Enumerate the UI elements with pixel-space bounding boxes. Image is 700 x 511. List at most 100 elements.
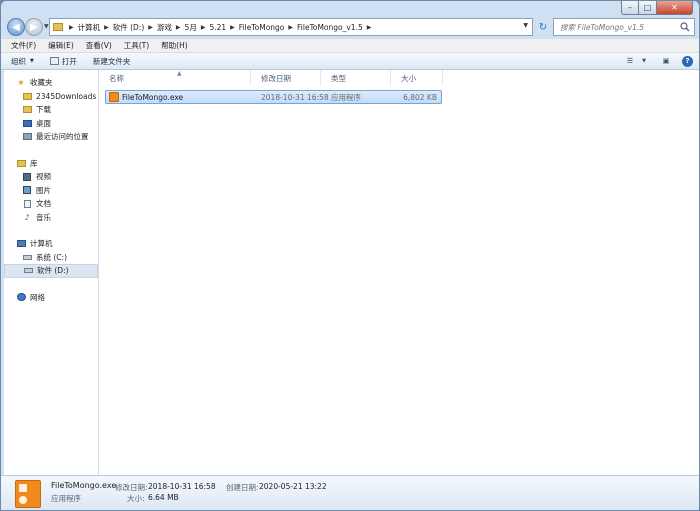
breadcrumb-item[interactable]: 5.21	[209, 23, 226, 32]
help-icon[interactable]: ?	[682, 55, 693, 67]
nav-computer[interactable]: 计算机	[4, 237, 98, 251]
preview-pane-icon[interactable]: ▣	[660, 55, 672, 67]
column-label: 大小	[401, 73, 416, 83]
nav-network[interactable]: 网络	[4, 291, 98, 305]
file-modified: 2018-10-31 16:58	[261, 92, 329, 102]
star-icon: ★	[17, 78, 25, 88]
chevron-right-icon[interactable]: ▶	[230, 24, 235, 31]
nav-desktop[interactable]: 桌面	[4, 117, 98, 131]
menu-help[interactable]: 帮助(H)	[155, 40, 194, 51]
minimize-button[interactable]: –	[621, 1, 639, 15]
column-modified[interactable]: 修改日期	[251, 70, 321, 86]
open-button[interactable]: 打开	[49, 56, 77, 67]
nav-videos[interactable]: 视频	[4, 170, 98, 184]
arrow-right-icon: ▶	[30, 21, 38, 33]
folder-icon	[53, 23, 63, 31]
breadcrumb-item[interactable]: FileToMongo_v1.5	[297, 23, 363, 32]
file-row[interactable]: FileToMongo.exe 2018-10-31 16:58 应用程序 6,…	[105, 90, 442, 104]
breadcrumb-item[interactable]: 5月	[185, 22, 197, 33]
column-label: 修改日期	[261, 73, 291, 83]
music-icon: ♪	[24, 212, 30, 222]
new-folder-label: 新建文件夹	[92, 56, 131, 66]
chevron-right-icon[interactable]: ▶	[104, 24, 109, 31]
chevron-right-icon[interactable]: ▶	[69, 24, 74, 31]
nav-downloads[interactable]: 下载	[4, 103, 98, 117]
nav-label: 下载	[36, 105, 51, 115]
nav-music[interactable]: ♪ 音乐	[4, 211, 98, 225]
nav-drive-d[interactable]: 软件 (D:)	[4, 264, 98, 278]
nav-recent-places[interactable]: 最近访问的位置	[4, 130, 98, 144]
refresh-button[interactable]: ↻	[537, 21, 549, 33]
caption-buttons: – □ ✕	[621, 1, 693, 15]
menu-tools[interactable]: 工具(T)	[118, 40, 155, 51]
column-type[interactable]: 类型	[321, 70, 391, 86]
downloads-folder-icon	[22, 105, 32, 114]
nav-label: 桌面	[36, 118, 51, 128]
nav-favorites[interactable]: ★ 收藏夹	[4, 76, 98, 90]
breadcrumb-item[interactable]: 游戏	[157, 22, 172, 33]
nav-pictures[interactable]: 图片	[4, 184, 98, 198]
address-bar[interactable]: ▶ 计算机 ▶ 软件 (D:) ▶ 游戏 ▶ 5月 ▶ 5.21 ▶ FileT…	[49, 18, 533, 36]
folder-icon	[22, 92, 32, 101]
search-icon[interactable]	[680, 22, 690, 32]
maximize-button[interactable]: □	[639, 1, 657, 15]
chevron-right-icon[interactable]: ▶	[201, 24, 206, 31]
nav-documents[interactable]: 文档	[4, 197, 98, 211]
search-input[interactable]	[560, 22, 678, 32]
search-box[interactable]	[553, 18, 695, 36]
open-label: 打开	[61, 56, 77, 66]
chevron-right-icon[interactable]: ▶	[288, 24, 293, 31]
recent-pages-dropdown[interactable]: ▼	[44, 23, 49, 30]
nav-drive-c[interactable]: 系统 (C:)	[4, 251, 98, 265]
drive-icon	[22, 253, 32, 262]
chevron-right-icon[interactable]: ▶	[176, 24, 181, 31]
breadcrumb-item[interactable]: 计算机	[78, 22, 101, 33]
details-size-value: 6.64 MB	[148, 493, 179, 502]
view-options-icon[interactable]: ☰	[624, 55, 636, 67]
nav-label: 视频	[36, 172, 51, 182]
file-size: 6,802 KB	[403, 92, 437, 102]
arrow-left-icon: ◀	[12, 21, 20, 33]
column-label: 名称	[109, 73, 124, 83]
organize-button[interactable]: 组织 ▼	[11, 56, 34, 67]
command-bar: 组织 ▼ 打开 新建文件夹 ☰ ▼ ▣ ?	[1, 53, 699, 70]
nav-2345downloads[interactable]: 2345Downloads	[4, 90, 98, 104]
column-header: 名称 ▲ 修改日期 类型 大小	[99, 70, 699, 86]
refresh-icon: ↻	[538, 21, 548, 33]
nav-label: 网络	[30, 292, 45, 302]
column-size[interactable]: 大小	[391, 70, 443, 86]
forward-button[interactable]: ▶	[25, 18, 43, 36]
details-pane: FileToMongo.exe 应用程序 修改日期: 2018-10-31 16…	[1, 475, 699, 510]
menu-file[interactable]: 文件(F)	[5, 40, 42, 51]
details-created-value: 2020-05-21 13:22	[259, 482, 327, 491]
open-icon	[49, 57, 59, 65]
chevron-right-icon[interactable]: ▶	[148, 24, 153, 31]
chevron-right-icon[interactable]: ▶	[367, 24, 372, 31]
file-type: 应用程序	[331, 92, 361, 102]
menu-edit[interactable]: 编辑(E)	[42, 40, 80, 51]
breadcrumb-item[interactable]: 软件 (D:)	[113, 22, 145, 33]
navigation-row: ◀ ▶ ▼ ▶ 计算机 ▶ 软件 (D:) ▶ 游戏 ▶ 5月 ▶ 5.21 ▶…	[1, 15, 699, 39]
menu-view[interactable]: 查看(V)	[80, 40, 118, 51]
column-label: 类型	[331, 73, 346, 83]
nav-libraries[interactable]: 库	[4, 157, 98, 171]
nav-label: 软件 (D:)	[37, 266, 69, 276]
exe-icon	[109, 92, 119, 102]
close-button[interactable]: ✕	[657, 1, 693, 15]
details-modified-label: 修改日期:	[115, 483, 148, 492]
drive-icon	[23, 266, 33, 275]
breadcrumb-item[interactable]: FileToMongo	[239, 23, 285, 32]
address-dropdown-icon[interactable]: ▼	[523, 22, 528, 29]
column-name[interactable]: 名称	[99, 70, 251, 86]
video-icon	[22, 172, 32, 181]
details-file-name: FileToMongo.exe	[51, 481, 117, 490]
chevron-down-icon[interactable]: ▼	[638, 55, 650, 67]
new-folder-button[interactable]: 新建文件夹	[93, 56, 131, 67]
organize-label: 组织	[11, 56, 26, 66]
details-created-label: 创建日期:	[226, 483, 259, 492]
nav-label: 库	[30, 158, 38, 168]
back-button[interactable]: ◀	[7, 18, 25, 36]
nav-label: 收藏夹	[30, 78, 53, 88]
sort-ascending-icon: ▲	[177, 70, 182, 77]
menu-bar: 文件(F) 编辑(E) 查看(V) 工具(T) 帮助(H)	[1, 39, 699, 53]
